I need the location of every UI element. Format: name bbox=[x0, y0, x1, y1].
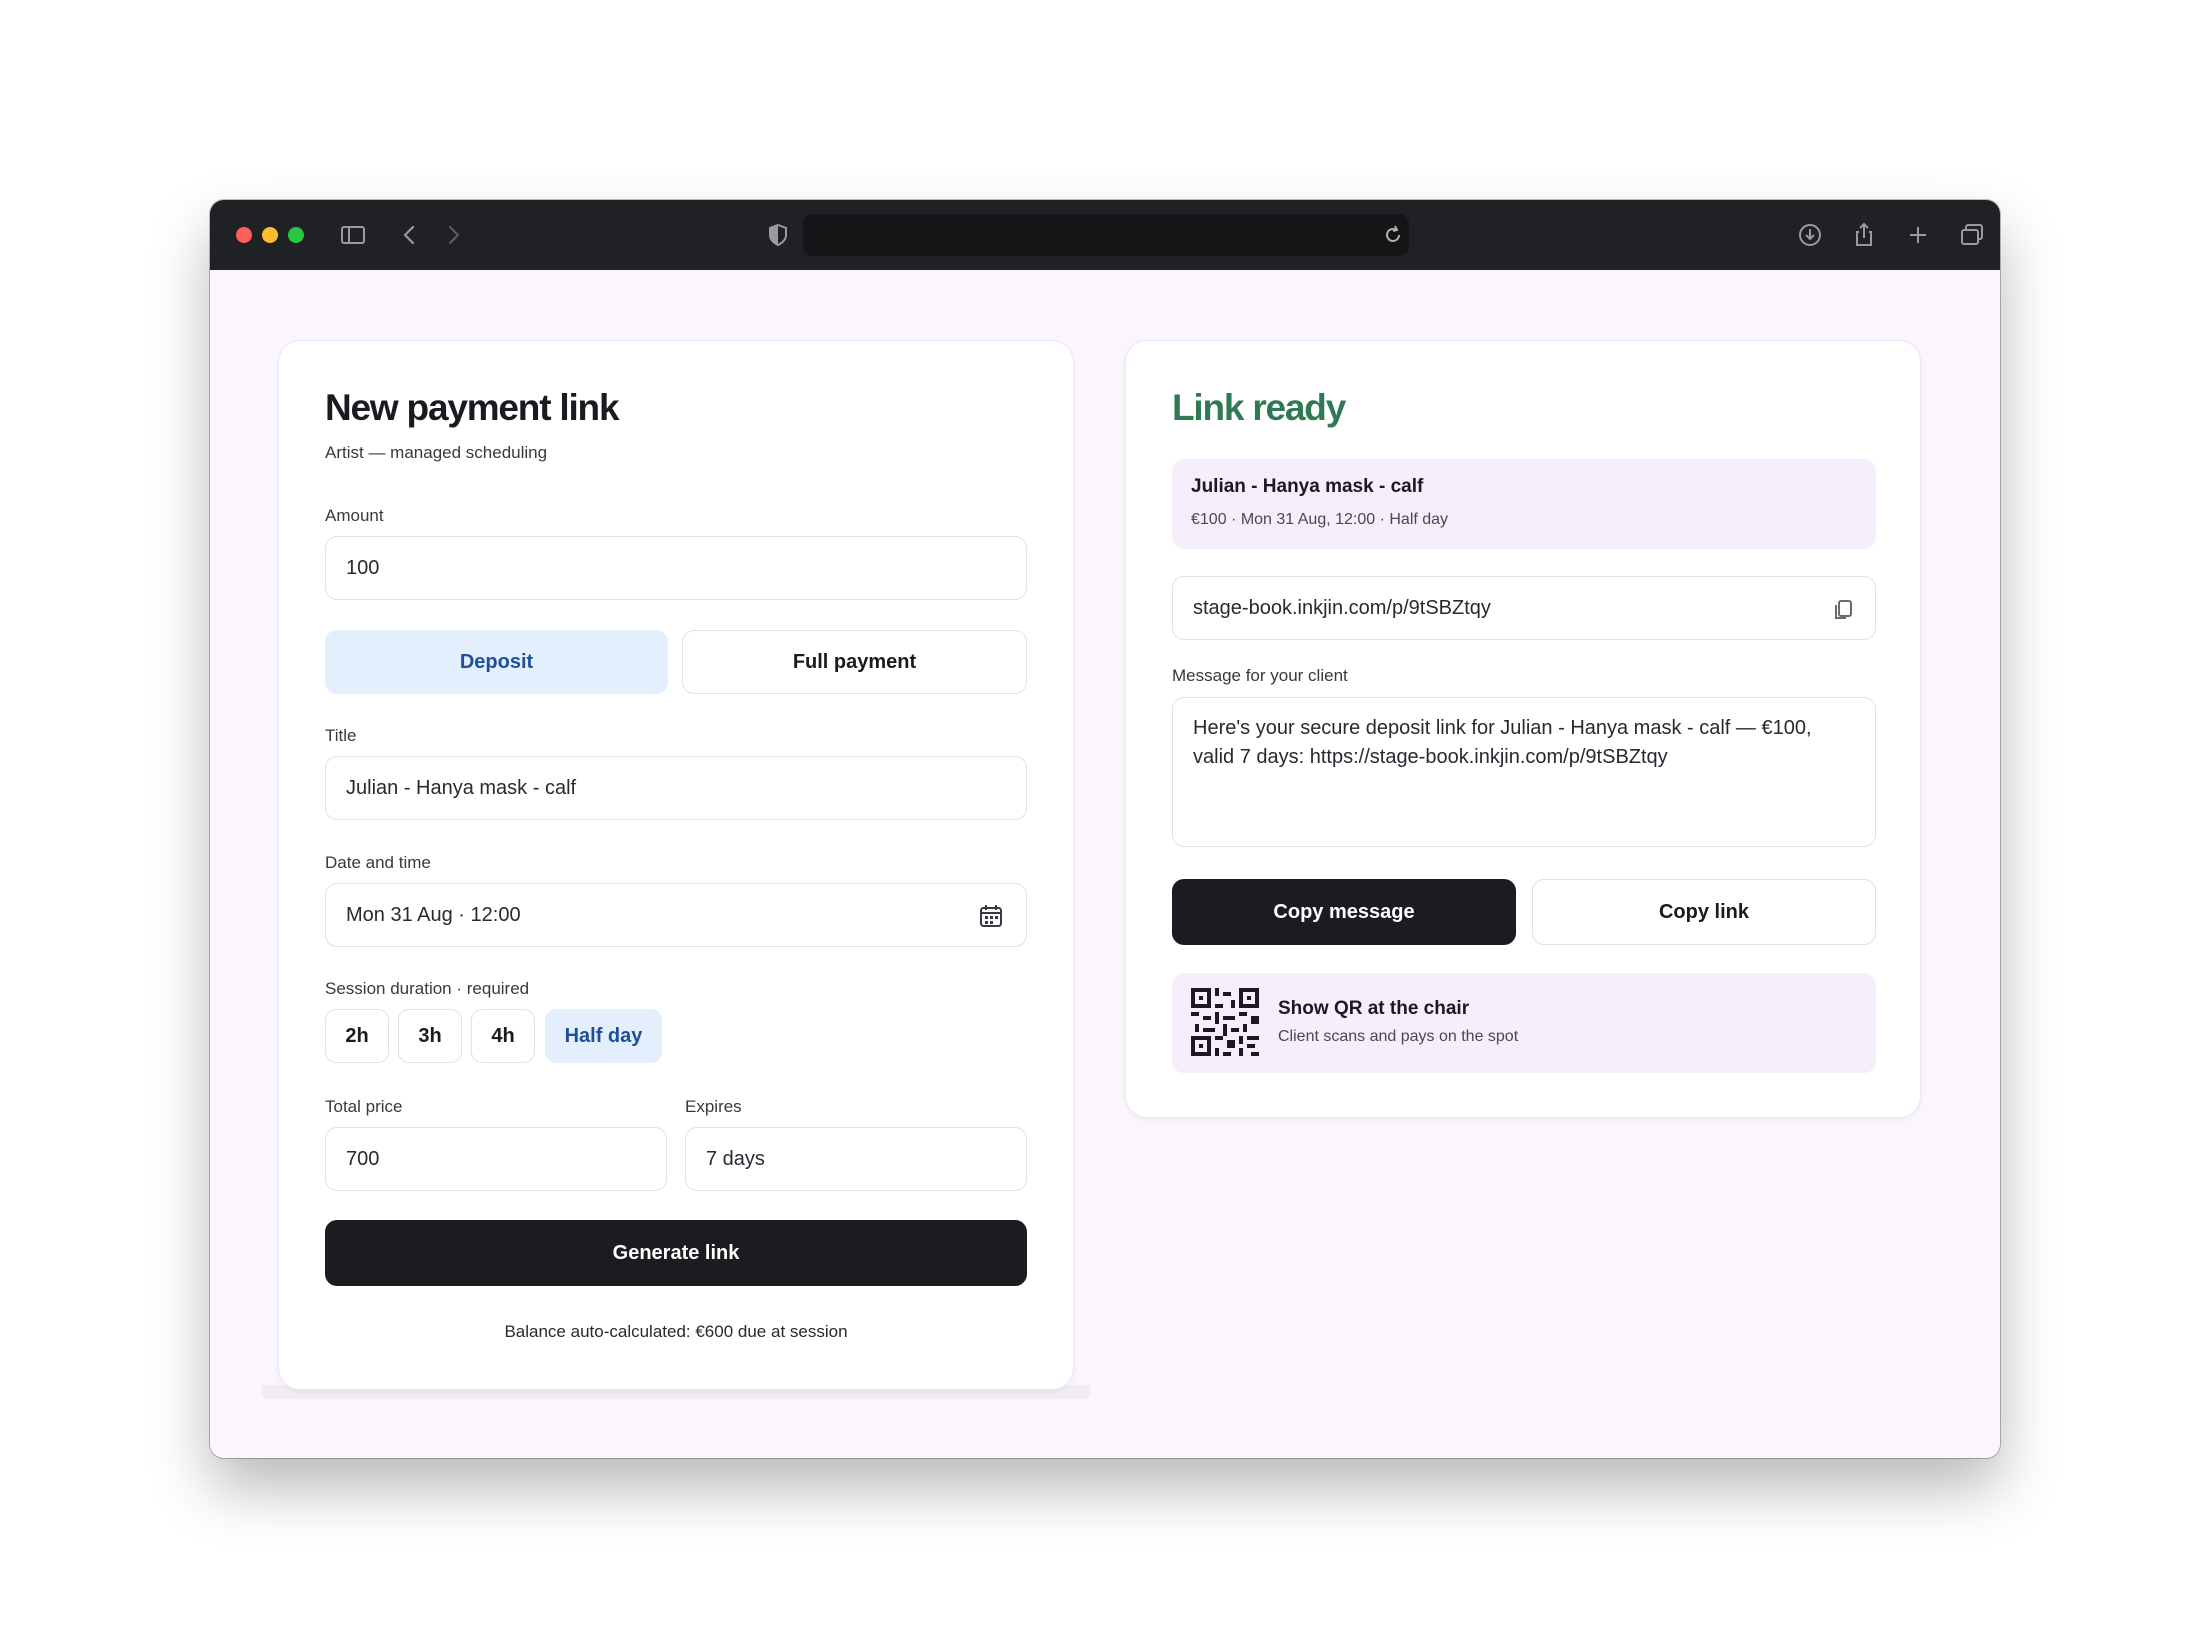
back-arrow-icon[interactable] bbox=[395, 220, 425, 250]
close-window-button[interactable] bbox=[236, 227, 252, 243]
datetime-input[interactable]: Mon 31 Aug · 12:00 bbox=[325, 883, 1027, 947]
reload-icon[interactable] bbox=[1378, 220, 1408, 250]
share-icon[interactable] bbox=[1849, 220, 1879, 250]
title-input[interactable]: Julian - Hanya mask - calf bbox=[325, 756, 1027, 820]
amount-input[interactable]: 100 bbox=[325, 536, 1027, 600]
total-price-input[interactable]: 700 bbox=[325, 1127, 667, 1191]
payment-link-field[interactable]: stage-book.inkjin.com/p/9tSBZtqy bbox=[1172, 576, 1876, 640]
total-price-label: Total price bbox=[325, 1097, 403, 1116]
calendar-icon[interactable] bbox=[978, 903, 1004, 929]
duration-chip-2h[interactable]: 2h bbox=[325, 1009, 389, 1063]
client-message-textarea[interactable]: Here's your secure deposit link for Juli… bbox=[1172, 697, 1876, 847]
qr-panel-subtitle: Client scans and pays on the spot bbox=[1278, 1028, 1519, 1045]
full-payment-option-button[interactable]: Full payment bbox=[682, 630, 1027, 694]
expires-input[interactable]: 7 days bbox=[685, 1127, 1027, 1191]
page-title: New payment link bbox=[325, 387, 620, 428]
total-price-value: 700 bbox=[346, 1147, 380, 1170]
zoom-window-button[interactable] bbox=[288, 227, 304, 243]
summary-meta: €100 · Mon 31 Aug, 12:00 · Half day bbox=[1191, 511, 1449, 528]
booking-summary: Julian - Hanya mask - calf €100 · Mon 31… bbox=[1172, 459, 1876, 549]
balance-note: Balance auto-calculated: €600 due at ses… bbox=[504, 1322, 848, 1341]
message-label: Message for your client bbox=[1172, 666, 1348, 685]
duration-chip-half-day[interactable]: Half day bbox=[545, 1009, 662, 1063]
shield-icon bbox=[763, 220, 793, 250]
payment-link-value: stage-book.inkjin.com/p/9tSBZtqy bbox=[1193, 596, 1491, 619]
duration-chip-3h[interactable]: 3h bbox=[398, 1009, 462, 1063]
minimize-window-button[interactable] bbox=[262, 227, 278, 243]
amount-value: 100 bbox=[346, 556, 380, 579]
qr-panel-title: Show QR at the chair bbox=[1278, 998, 1470, 1019]
deposit-option-button[interactable]: Deposit bbox=[325, 630, 668, 694]
generate-link-button[interactable]: Generate link bbox=[325, 1220, 1027, 1286]
address-bar[interactable] bbox=[803, 214, 1409, 256]
datetime-label: Date and time bbox=[325, 853, 431, 872]
download-icon[interactable] bbox=[1795, 220, 1825, 250]
forward-arrow-icon[interactable] bbox=[438, 220, 468, 250]
qr-code-icon bbox=[1191, 988, 1259, 1056]
expires-value: 7 days bbox=[706, 1147, 765, 1170]
summary-title: Julian - Hanya mask - calf bbox=[1191, 476, 1424, 497]
browser-window: New payment link Artist — managed schedu… bbox=[210, 200, 2000, 1458]
link-ready-title: Link ready bbox=[1172, 387, 1346, 428]
amount-label: Amount bbox=[325, 506, 384, 525]
link-ready-card: Link ready Julian - Hanya mask - calf €1… bbox=[1125, 340, 1921, 1118]
title-label: Title bbox=[325, 726, 357, 745]
qr-code-panel[interactable]: Show QR at the chair Client scans and pa… bbox=[1172, 973, 1876, 1073]
duration-label: Session duration · required bbox=[325, 979, 530, 998]
copy-message-button[interactable]: Copy message bbox=[1172, 879, 1516, 945]
page-subtitle: Artist — managed scheduling bbox=[325, 443, 548, 462]
sidebar-toggle-icon[interactable] bbox=[338, 220, 368, 250]
datetime-value: Mon 31 Aug · 12:00 bbox=[346, 903, 521, 926]
payment-link-form-card: New payment link Artist — managed schedu… bbox=[278, 340, 1074, 1390]
browser-toolbar bbox=[210, 200, 2000, 270]
title-value: Julian - Hanya mask - calf bbox=[346, 776, 577, 799]
copy-icon[interactable] bbox=[1831, 597, 1855, 621]
expires-label: Expires bbox=[685, 1097, 742, 1116]
page-content: New payment link Artist — managed schedu… bbox=[210, 270, 2000, 1458]
duration-chip-4h[interactable]: 4h bbox=[471, 1009, 535, 1063]
copy-link-button[interactable]: Copy link bbox=[1532, 879, 1876, 945]
new-tab-plus-icon[interactable] bbox=[1903, 220, 1933, 250]
tabs-overview-icon[interactable] bbox=[1957, 220, 1987, 250]
